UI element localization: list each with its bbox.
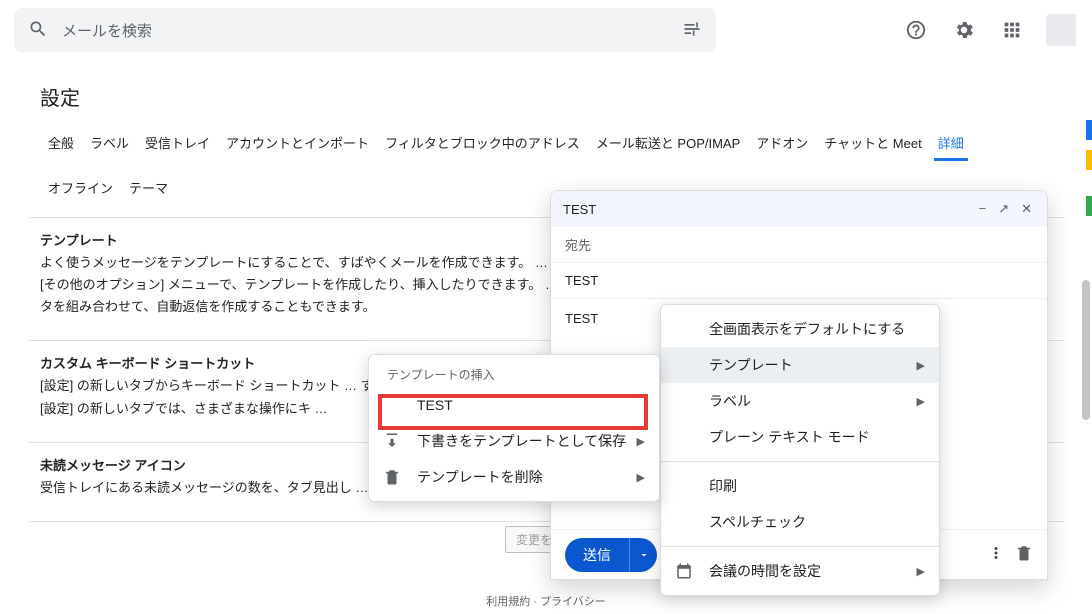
apps-icon[interactable]: [992, 10, 1032, 50]
popout-icon[interactable]: ↗: [995, 201, 1012, 217]
save-draft-as-template[interactable]: 下書きをテンプレートとして保存▶: [369, 423, 659, 459]
tab-filters[interactable]: フィルタとブロック中のアドレス: [377, 127, 588, 158]
section-unread-icon-body: 受信トレイにある未読メッセージの数を、タブ見出し …: [40, 477, 380, 499]
menu-plaintext[interactable]: プレーン テキスト モード: [661, 419, 939, 455]
tab-inbox[interactable]: 受信トレイ: [137, 127, 218, 158]
search-placeholder: メールを検索: [62, 20, 668, 41]
sidepanel-chip[interactable]: [1086, 150, 1092, 170]
menu-spellcheck[interactable]: スペルチェック: [661, 504, 939, 540]
compose-subject-field[interactable]: TEST: [551, 263, 1047, 299]
minimize-icon[interactable]: −: [976, 201, 990, 217]
send-group: 送信: [565, 538, 657, 572]
submenu-header: テンプレートの挿入: [369, 361, 659, 387]
tab-labels[interactable]: ラベル: [82, 127, 137, 158]
settings-tabs: 全般 ラベル 受信トレイ アカウントとインポート フィルタとブロック中のアドレス…: [28, 127, 1064, 158]
menu-set-meeting-time[interactable]: 会議の時間を設定▶: [661, 553, 939, 589]
sidepanel-chip[interactable]: [1086, 120, 1092, 140]
search-box[interactable]: メールを検索: [14, 8, 716, 52]
templates-submenu: テンプレートの挿入 TEST 下書きをテンプレートとして保存▶ テンプレートを削…: [368, 354, 660, 502]
menu-templates[interactable]: テンプレート▶: [661, 347, 939, 383]
account-avatar[interactable]: [1046, 14, 1078, 46]
chevron-right-icon: ▶: [917, 565, 925, 578]
menu-labels[interactable]: ラベル▶: [661, 383, 939, 419]
tab-themes[interactable]: テーマ: [121, 172, 176, 203]
calendar-icon: [675, 562, 693, 580]
chevron-right-icon: ▶: [637, 435, 645, 448]
more-options-icon[interactable]: [987, 544, 1005, 565]
settings-title: 設定: [28, 60, 1064, 127]
menu-divider: [661, 546, 939, 547]
tab-advanced[interactable]: 詳細: [930, 127, 972, 158]
topbar: メールを検索: [0, 0, 1092, 60]
section-custom-kb-body: [設定] の新しいタブからキーボード ショートカット … す。[設定] の新しい…: [40, 375, 400, 419]
compose-more-menu: 全画面表示をデフォルトにする テンプレート▶ ラベル▶ プレーン テキスト モー…: [660, 304, 940, 596]
trash-icon: [383, 468, 401, 486]
discard-icon[interactable]: [1015, 544, 1033, 565]
send-button[interactable]: 送信: [565, 538, 629, 572]
tab-offline[interactable]: オフライン: [40, 172, 121, 203]
download-icon: [383, 432, 401, 450]
compose-to-field[interactable]: 宛先: [551, 227, 1047, 263]
tab-addons[interactable]: アドオン: [748, 127, 816, 158]
scrollbar-thumb[interactable]: [1082, 280, 1090, 420]
compose-subject-header: TEST: [563, 202, 976, 217]
chevron-right-icon: ▶: [637, 471, 645, 484]
close-icon[interactable]: ✕: [1018, 201, 1035, 217]
search-icon: [28, 19, 48, 42]
right-edge: [1076, 0, 1092, 614]
tune-icon[interactable]: [682, 19, 702, 42]
send-more-button[interactable]: [629, 538, 657, 572]
settings-icon[interactable]: [944, 10, 984, 50]
tab-accounts[interactable]: アカウントとインポート: [218, 127, 377, 158]
compose-header[interactable]: TEST − ↗ ✕: [551, 191, 1047, 227]
tab-forwarding[interactable]: メール転送と POP/IMAP: [588, 127, 748, 158]
tab-chat[interactable]: チャットと Meet: [816, 127, 929, 158]
tab-general[interactable]: 全般: [40, 127, 82, 158]
help-icon[interactable]: [896, 10, 936, 50]
section-templates-body: よく使うメッセージをテンプレートにすることで、すばやくメールを作成できます。 ……: [40, 252, 560, 318]
template-item-test[interactable]: TEST: [369, 387, 659, 423]
chevron-right-icon: ▶: [917, 395, 925, 408]
sidepanel-chip[interactable]: [1086, 196, 1092, 216]
menu-print[interactable]: 印刷: [661, 468, 939, 504]
delete-template[interactable]: テンプレートを削除▶: [369, 459, 659, 495]
chevron-right-icon: ▶: [917, 359, 925, 372]
menu-divider: [661, 461, 939, 462]
menu-fullscreen-default[interactable]: 全画面表示をデフォルトにする: [661, 311, 939, 347]
